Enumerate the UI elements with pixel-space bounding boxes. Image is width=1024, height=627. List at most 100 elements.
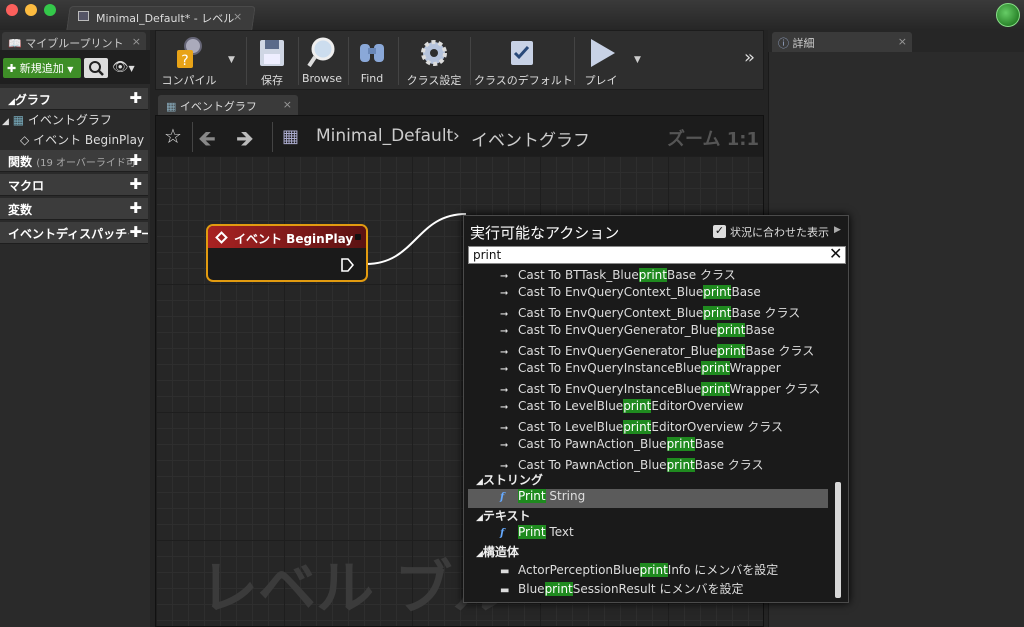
section-variables[interactable]: 変数 ✚ (0, 198, 148, 220)
category-struct[interactable]: ◢構造体 (468, 543, 828, 562)
browse-label: Browse (301, 72, 343, 85)
plus-icon: ✚ (7, 62, 17, 75)
action-row[interactable]: ➞ Cast To EnvQueryContext_BlueprintBase (468, 285, 828, 304)
find-button[interactable]: Find (352, 33, 392, 89)
graph-item-begin-play[interactable]: ◇ イベント BeginPlay (20, 131, 144, 148)
play-options-chevron-icon[interactable]: ▼ (634, 55, 641, 65)
search-button[interactable] (84, 58, 108, 78)
cast-icon: ➞ (500, 347, 509, 358)
tab-event-graph[interactable]: ▦ イベントグラフ × (158, 95, 298, 115)
toolbar-divider (348, 37, 349, 85)
save-icon (260, 40, 284, 66)
graph-icon: ▦ (12, 113, 25, 127)
add-graph-button[interactable]: ✚ (129, 89, 142, 107)
section-graphs[interactable]: ◢グラフ ✚ (0, 88, 148, 110)
compile-button[interactable]: ? コンパイル (160, 33, 218, 89)
action-row-print-string[interactable]: f Print String (468, 489, 828, 508)
magnifier-icon (307, 37, 335, 68)
toolbar-divider (298, 37, 299, 85)
action-row[interactable]: ➞ Cast To EnvQueryGenerator_BlueprintBase… (468, 342, 828, 361)
save-button[interactable]: 保存 (252, 33, 292, 89)
editor-window: Minimal_Default* - レベル × 📖 マイブループリント × ✚… (0, 0, 1024, 627)
add-macro-button[interactable]: ✚ (129, 175, 142, 193)
function-icon: f (500, 492, 505, 503)
add-new-button[interactable]: ✚ 新規追加 ▼ (3, 58, 81, 78)
cast-icon: ➞ (500, 385, 509, 396)
action-row[interactable]: ➞ Cast To EnvQueryInstanceBlueprintWrappe… (468, 361, 828, 380)
my-blueprint-tab[interactable]: 📖 マイブループリント × (2, 32, 146, 52)
section-event-dispatchers[interactable]: イベントディスパッチャー ✚ (0, 222, 148, 244)
search-icon (89, 61, 104, 76)
checklist-icon (511, 41, 533, 65)
context-sensitive-checkbox[interactable]: ✓ (713, 225, 726, 238)
section-macros[interactable]: マクロ ✚ (0, 174, 148, 196)
zoom-window-button[interactable] (44, 4, 56, 16)
node-options-dot (355, 234, 361, 240)
action-row[interactable]: ▬ ActorPerceptionBlueprintInfo にメンバを設定 (468, 561, 828, 580)
context-sensitive-label: 状況に合わせた表示 (730, 226, 829, 239)
unreal-logo-icon (996, 3, 1020, 27)
node-title: イベント BeginPlay (234, 232, 354, 246)
action-search-input[interactable] (468, 246, 846, 264)
title-bar: Minimal_Default* - レベル × (0, 0, 1024, 30)
tab-details[interactable]: ⓘ 詳細 × (772, 32, 912, 52)
browse-button[interactable]: Browse (301, 33, 343, 89)
graph-item-event-graph[interactable]: ◢ ▦ イベントグラフ (2, 111, 112, 128)
action-row[interactable]: ➞ Cast To BTTask_BlueprintBase クラス (468, 266, 828, 285)
action-row-print-text[interactable]: f Print Text (468, 525, 828, 544)
category-label: 構造体 (482, 545, 519, 559)
category-string[interactable]: ◢ストリング (468, 471, 828, 490)
view-options-button[interactable]: 👁▼ (112, 60, 135, 75)
override-count: (19 オーバーライド可 (36, 158, 136, 169)
class-defaults-label: クラスのデフォルト (474, 74, 573, 87)
minimize-window-button[interactable] (25, 4, 37, 16)
class-settings-button[interactable]: クラス設定 (402, 33, 466, 89)
action-row[interactable]: ➞ Cast To LevelBlueprintEditorOverview クラ… (468, 418, 828, 437)
cast-icon: ➞ (500, 402, 509, 413)
chevron-right-icon[interactable]: ▶ (834, 225, 841, 235)
action-row[interactable]: ➞ Cast To EnvQueryContext_BlueprintBase ク… (468, 304, 828, 323)
add-variable-button[interactable]: ✚ (129, 199, 142, 217)
chevron-down-icon: ▼ (128, 64, 135, 73)
add-function-button[interactable]: ✚ (129, 151, 142, 169)
section-graphs-label: グラフ (14, 93, 51, 107)
close-window-button[interactable] (6, 4, 18, 16)
tab-close-icon[interactable]: × (132, 35, 141, 48)
class-settings-label: クラス設定 (406, 74, 462, 87)
section-functions[interactable]: 関数 (19 オーバーライド可 ✚ (0, 150, 148, 172)
tab-close-icon[interactable]: × (283, 98, 292, 111)
tab-close-icon[interactable]: × (898, 35, 907, 48)
gear-icon (421, 40, 447, 66)
compile-options-chevron-icon[interactable]: ▼ (228, 55, 235, 65)
tab-close-icon[interactable]: × (233, 10, 242, 23)
action-row[interactable]: ▬ BlueprintSessionResult にメンバを設定 (468, 580, 828, 599)
event-begin-play-node[interactable]: イベント BeginPlay (206, 224, 368, 282)
save-label: 保存 (261, 74, 283, 87)
compile-label: コンパイル (161, 74, 217, 87)
action-row[interactable]: ➞ Cast To EnvQueryInstanceBlueprintWrappe… (468, 380, 828, 399)
class-defaults-button[interactable]: クラスのデフォルト (474, 33, 573, 89)
section-functions-label: 関数 (8, 155, 33, 169)
play-button[interactable]: プレイ (578, 33, 624, 89)
event-diamond-icon (215, 231, 228, 244)
category-text[interactable]: ◢テキスト (468, 507, 828, 526)
section-macros-label: マクロ (8, 179, 45, 193)
action-row[interactable]: ➞ Cast To LevelBlueprintEditorOverview (468, 399, 828, 418)
collapse-arrow-icon: ◢ (2, 117, 9, 127)
action-row[interactable]: ➞ Cast To EnvQueryGenerator_BlueprintBase (468, 323, 828, 342)
clear-search-icon[interactable]: ✕ (829, 244, 842, 263)
struct-icon: ▬ (500, 566, 510, 577)
action-menu-title: 実行可能なアクション (470, 224, 620, 242)
toolbar-overflow-icon[interactable]: » (744, 47, 755, 68)
scrollbar-thumb[interactable] (835, 482, 841, 598)
exec-output-pin-icon[interactable] (340, 258, 354, 272)
cast-icon: ➞ (500, 364, 509, 375)
collapse-arrow-icon: ◢ (476, 477, 483, 487)
action-list-scrollbar[interactable] (834, 266, 842, 600)
cast-icon: ➞ (500, 309, 509, 320)
graph-item-label: イベントグラフ (27, 113, 112, 127)
add-dispatcher-button[interactable]: ✚ (129, 223, 142, 241)
blueprint-icon (78, 11, 89, 21)
action-row[interactable]: ➞ Cast To PawnAction_BlueprintBase (468, 437, 828, 456)
cast-icon: ➞ (500, 423, 509, 434)
